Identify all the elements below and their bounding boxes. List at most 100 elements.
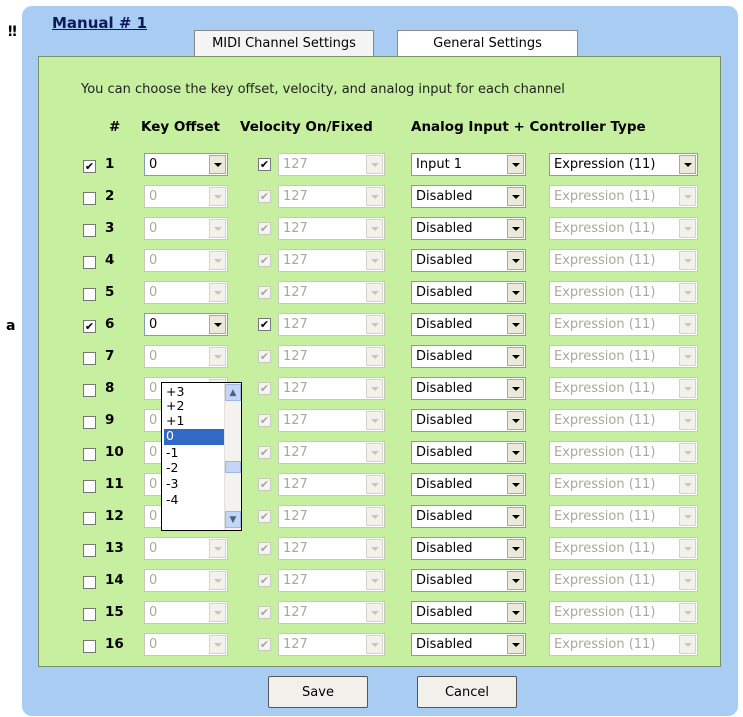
velocity-on-checkbox[interactable]: ✔ — [258, 158, 271, 171]
chevron-down-icon[interactable] — [507, 571, 524, 590]
chevron-down-icon[interactable] — [209, 603, 226, 622]
analog-input-select[interactable]: Disabled — [411, 249, 526, 272]
chevron-down-icon[interactable] — [366, 379, 383, 398]
velocity-select[interactable]: 127 — [278, 377, 385, 400]
chevron-down-icon[interactable] — [507, 219, 524, 238]
chevron-down-icon[interactable] — [679, 635, 696, 654]
key-offset-select[interactable]: 0 — [144, 185, 228, 208]
analog-input-select[interactable]: Disabled — [411, 281, 526, 304]
chevron-up-icon[interactable]: ▲ — [225, 384, 241, 401]
controller-type-select[interactable]: Expression (11) — [549, 345, 698, 368]
dropdown-option[interactable]: -4 — [164, 493, 224, 509]
key-offset-select[interactable]: 0 — [144, 633, 228, 656]
chevron-down-icon[interactable] — [679, 539, 696, 558]
key-offset-select[interactable]: 0 — [144, 313, 228, 336]
channel-enable-checkbox[interactable] — [83, 384, 96, 397]
velocity-on-checkbox[interactable]: ✔ — [258, 574, 271, 587]
velocity-on-checkbox[interactable]: ✔ — [258, 446, 271, 459]
key-offset-dropdown-list[interactable]: +3 +2 +1 0 -1 -2 -3 -4 ▲ ▼ — [161, 382, 242, 531]
controller-type-select[interactable]: Expression (11) — [549, 441, 698, 464]
dropdown-scrollbar[interactable]: ▲ ▼ — [224, 383, 241, 530]
channel-enable-checkbox[interactable] — [83, 288, 96, 301]
channel-enable-checkbox[interactable] — [83, 576, 96, 589]
key-offset-select[interactable]: 0 — [144, 281, 228, 304]
chevron-down-icon[interactable] — [507, 155, 524, 174]
velocity-select[interactable]: 127 — [278, 345, 385, 368]
velocity-select[interactable]: 127 — [278, 217, 385, 240]
chevron-down-icon[interactable] — [366, 219, 383, 238]
controller-type-select[interactable]: Expression (11) — [549, 153, 698, 176]
chevron-down-icon[interactable] — [209, 251, 226, 270]
chevron-down-icon[interactable] — [507, 251, 524, 270]
controller-type-select[interactable]: Expression (11) — [549, 281, 698, 304]
chevron-down-icon[interactable]: ▼ — [225, 511, 241, 528]
chevron-down-icon[interactable] — [507, 507, 524, 526]
velocity-on-checkbox[interactable]: ✔ — [258, 382, 271, 395]
velocity-select[interactable]: 127 — [278, 409, 385, 432]
controller-type-select[interactable]: Expression (11) — [549, 633, 698, 656]
chevron-down-icon[interactable] — [679, 347, 696, 366]
velocity-select[interactable]: 127 — [278, 569, 385, 592]
velocity-select[interactable]: 127 — [278, 505, 385, 528]
chevron-down-icon[interactable] — [679, 475, 696, 494]
chevron-down-icon[interactable] — [507, 443, 524, 462]
channel-enable-checkbox[interactable]: ✔ — [83, 160, 96, 173]
chevron-down-icon[interactable] — [507, 635, 524, 654]
velocity-select[interactable]: 127 — [278, 537, 385, 560]
chevron-down-icon[interactable] — [679, 507, 696, 526]
controller-type-select[interactable]: Expression (11) — [549, 601, 698, 624]
chevron-down-icon[interactable] — [209, 347, 226, 366]
channel-enable-checkbox[interactable] — [83, 256, 96, 269]
cancel-button[interactable]: Cancel — [417, 676, 517, 708]
controller-type-select[interactable]: Expression (11) — [549, 505, 698, 528]
velocity-on-checkbox[interactable]: ✔ — [258, 606, 271, 619]
analog-input-select[interactable]: Disabled — [411, 345, 526, 368]
controller-type-select[interactable]: Expression (11) — [549, 377, 698, 400]
chevron-down-icon[interactable] — [679, 251, 696, 270]
chevron-down-icon[interactable] — [366, 603, 383, 622]
chevron-down-icon[interactable] — [366, 411, 383, 430]
velocity-select[interactable]: 127 — [278, 633, 385, 656]
chevron-down-icon[interactable] — [507, 539, 524, 558]
channel-enable-checkbox[interactable] — [83, 192, 96, 205]
chevron-down-icon[interactable] — [507, 379, 524, 398]
chevron-down-icon[interactable] — [679, 443, 696, 462]
velocity-on-checkbox[interactable]: ✔ — [258, 190, 271, 203]
chevron-down-icon[interactable] — [209, 283, 226, 302]
chevron-down-icon[interactable] — [507, 315, 524, 334]
chevron-down-icon[interactable] — [507, 187, 524, 206]
channel-enable-checkbox[interactable] — [83, 448, 96, 461]
chevron-down-icon[interactable] — [366, 155, 383, 174]
tab-midi-channel-settings[interactable]: MIDI Channel Settings — [194, 30, 374, 56]
velocity-select[interactable]: 127 — [278, 281, 385, 304]
chevron-down-icon[interactable] — [679, 571, 696, 590]
velocity-on-checkbox[interactable]: ✔ — [258, 542, 271, 555]
chevron-down-icon[interactable] — [679, 155, 696, 174]
analog-input-select[interactable]: Disabled — [411, 601, 526, 624]
chevron-down-icon[interactable] — [366, 443, 383, 462]
chevron-down-icon[interactable] — [209, 187, 226, 206]
controller-type-select[interactable]: Expression (11) — [549, 569, 698, 592]
velocity-on-checkbox[interactable]: ✔ — [258, 414, 271, 427]
velocity-on-checkbox[interactable]: ✔ — [258, 350, 271, 363]
analog-input-select[interactable]: Disabled — [411, 473, 526, 496]
chevron-down-icon[interactable] — [209, 571, 226, 590]
velocity-on-checkbox[interactable]: ✔ — [258, 510, 271, 523]
velocity-on-checkbox[interactable]: ✔ — [258, 318, 271, 331]
channel-enable-checkbox[interactable] — [83, 224, 96, 237]
chevron-down-icon[interactable] — [507, 475, 524, 494]
chevron-down-icon[interactable] — [366, 539, 383, 558]
velocity-select[interactable]: 127 — [278, 185, 385, 208]
velocity-on-checkbox[interactable]: ✔ — [258, 478, 271, 491]
key-offset-select[interactable]: 0 — [144, 153, 228, 176]
controller-type-select[interactable]: Expression (11) — [549, 249, 698, 272]
chevron-down-icon[interactable] — [366, 187, 383, 206]
velocity-select[interactable]: 127 — [278, 601, 385, 624]
chevron-down-icon[interactable] — [679, 603, 696, 622]
channel-enable-checkbox[interactable] — [83, 480, 96, 493]
chevron-down-icon[interactable] — [507, 347, 524, 366]
channel-enable-checkbox[interactable] — [83, 608, 96, 621]
key-offset-select[interactable]: 0 — [144, 601, 228, 624]
dropdown-option-selected[interactable]: 0 — [164, 429, 224, 445]
chevron-down-icon[interactable] — [209, 539, 226, 558]
